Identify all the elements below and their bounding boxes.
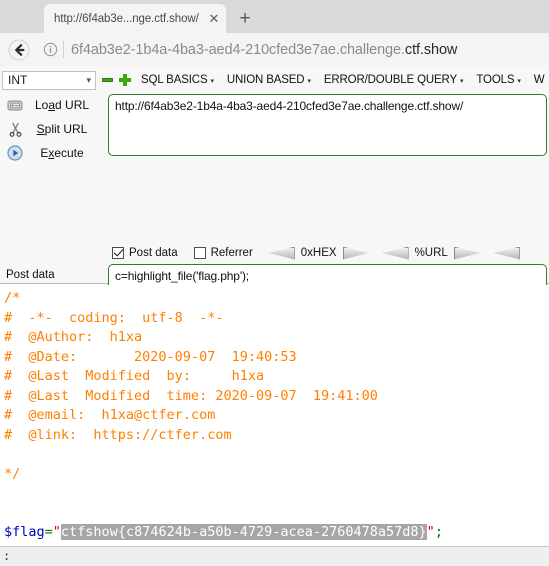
flag-assign-op: = (44, 524, 53, 540)
load-url-label: Load URL (34, 98, 90, 112)
menu-label: UNION BASED (226, 74, 305, 86)
chevron-down-icon: ▾ (307, 78, 311, 85)
page-bottom-text: : (3, 549, 11, 563)
chevron-down-icon: ▾ (460, 78, 464, 85)
checkbox-icon (193, 247, 206, 259)
referrer-checkbox-label: Referrer (210, 247, 253, 259)
code-line: # @Last Modified by: h1xa (4, 368, 265, 384)
flag-semicolon: ; (434, 524, 443, 540)
flag-value[interactable]: ctfshow{c874624b-a50b-4729-acea-2760478a… (60, 524, 427, 540)
menu-clipped[interactable]: W (534, 74, 545, 86)
navigation-bar: 6f4ab3e2-1b4a-4ba3-aed4-210cfed3e7ae.cha… (0, 33, 549, 66)
split-url-button[interactable]: Split URL (0, 117, 104, 141)
tab-title: http://6f4ab3e...nge.ctf.show/ (54, 12, 199, 25)
load-url-button[interactable]: Load URL (0, 93, 104, 117)
hackbar-menubar: INT ▾ SQL BASICS ▾ UNION BASED ▾ ERROR/DOU… (0, 68, 549, 92)
menu-label: TOOLS (476, 74, 515, 86)
next-converter-group (493, 246, 520, 260)
hex-converter-label: 0xHEX (300, 247, 337, 259)
hex-converter-group: 0xHEX (268, 246, 369, 260)
flag-quote-open: " (52, 524, 61, 540)
url-converter-label: %URL (414, 247, 448, 259)
page-info-icon[interactable] (38, 33, 62, 66)
url-prefix: 6f4ab3e2-1b4a-4ba3-aed4-210cfed3e7ae.cha… (71, 41, 405, 58)
chevron-down-icon: ▾ (517, 78, 521, 85)
menu-label: W (533, 74, 545, 86)
scissors-icon (6, 120, 24, 138)
menu-error-double-query[interactable]: ERROR/DOUBLE QUERY ▾ (324, 74, 464, 86)
flag-variable: $flag (4, 524, 45, 540)
menu-tools[interactable]: TOOLS ▾ (476, 74, 521, 86)
hackbar-options-row: Post data Referrer 0xHEX %URL (0, 242, 549, 264)
url-input[interactable]: http://6f4ab3e2-1b4a-4ba3-aed4-210cfed3e… (108, 94, 547, 156)
post-data-checkbox[interactable]: Post data (112, 247, 178, 259)
post-data-checkbox-label: Post data (129, 247, 178, 259)
menu-sql-basics[interactable]: SQL BASICS ▾ (141, 74, 214, 86)
hackbar-menu-list: SQL BASICS ▾ UNION BASED ▾ ERROR/DOUBLE QU… (141, 74, 549, 86)
post-data-label: Post data (6, 269, 55, 281)
code-line: # @link: https://ctfer.com (4, 426, 232, 443)
url-textarea-wrap: http://6f4ab3e2-1b4a-4ba3-aed4-210cfed3e… (108, 94, 547, 156)
plus-icon[interactable] (119, 74, 131, 86)
execute-label: Execute (40, 146, 84, 160)
code-line: # @Author: h1xa (4, 329, 143, 345)
arrow-right-icon[interactable] (342, 246, 369, 260)
chevron-down-icon: ▾ (86, 74, 91, 85)
url-domain: ctf.show (404, 41, 458, 58)
checkbox-icon (112, 247, 124, 259)
execute-icon (6, 144, 24, 162)
page-content: /* # -*- coding: utf-8 -*- # @Author: h1… (0, 285, 549, 546)
flag-line: $flag="ctfshow{c874624b-a50b-4729-acea-2… (4, 523, 549, 543)
menu-union-based[interactable]: UNION BASED ▾ (227, 74, 311, 86)
url-divider (63, 41, 64, 58)
code-line: # @email: h1xa@ctfer.com (4, 407, 216, 423)
menu-label: SQL BASICS (141, 74, 208, 86)
chevron-down-icon: ▾ (210, 78, 214, 85)
page-bottom-bar: : (0, 546, 549, 566)
minus-icon[interactable] (102, 78, 113, 82)
hackbar-panel: INT ▾ SQL BASICS ▾ UNION BASED ▾ ERROR/DOU… (0, 66, 549, 336)
code-line: */ (4, 465, 21, 482)
referrer-checkbox[interactable]: Referrer (193, 247, 253, 259)
back-arrow-icon[interactable] (0, 33, 38, 66)
load-url-icon (6, 96, 24, 114)
tab-strip: http://6f4ab3e...nge.ctf.show/ ✕ + (0, 0, 549, 33)
code-line: # @Date: 2020-09-07 19:40:53 (4, 348, 297, 365)
screen: http://6f4ab3e...nge.ctf.show/ ✕ + 6f4ab… (0, 0, 549, 566)
new-tab-button[interactable]: + (234, 7, 256, 29)
hackbar-stepper (102, 74, 131, 86)
hackbar-actions: Load URL Split URL Execute (0, 93, 104, 165)
injection-type-select[interactable]: INT ▾ (2, 70, 96, 90)
browser-chrome: http://6f4ab3e...nge.ctf.show/ ✕ + 6f4ab… (0, 0, 549, 66)
flag-quote-close: " (426, 524, 435, 540)
arrow-left-icon[interactable] (493, 246, 520, 260)
split-url-label: Split URL (36, 122, 88, 136)
url-converter-group: %URL (382, 246, 480, 260)
arrow-left-icon[interactable] (382, 246, 409, 260)
execute-button[interactable]: Execute (0, 141, 104, 165)
browser-tab[interactable]: http://6f4ab3e...nge.ctf.show/ ✕ (44, 4, 226, 33)
code-line: /* (4, 290, 21, 306)
menu-label: ERROR/DOUBLE QUERY (323, 74, 458, 86)
code-line: # -*- coding: utf-8 -*- (4, 309, 224, 326)
arrow-right-icon[interactable] (453, 246, 480, 260)
url-bar[interactable]: 6f4ab3e2-1b4a-4ba3-aed4-210cfed3e7ae.cha… (71, 42, 457, 58)
close-icon[interactable]: ✕ (206, 11, 222, 27)
injection-type-value: INT (8, 73, 28, 87)
code-line: # @Last Modified time: 2020-09-07 19:41:… (4, 387, 378, 404)
arrow-left-icon[interactable] (268, 246, 295, 260)
